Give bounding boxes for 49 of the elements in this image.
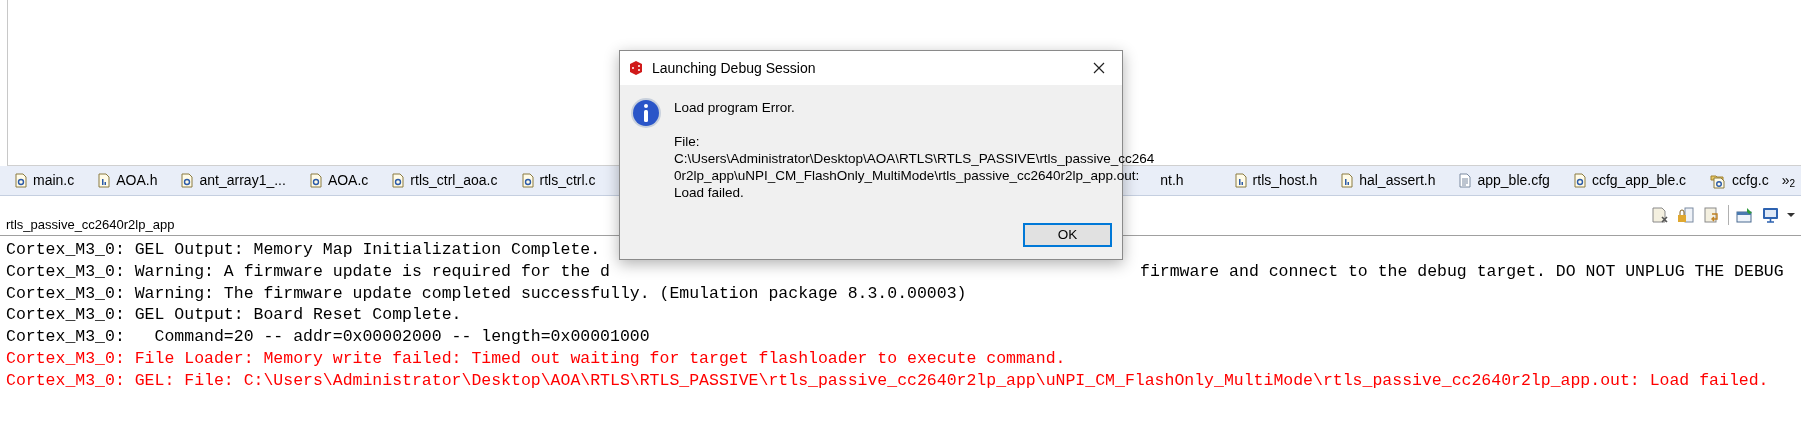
c-file-icon bbox=[309, 173, 322, 188]
editor-tab[interactable]: rtls_ctrl_aoa.c bbox=[381, 166, 511, 195]
editor-tab[interactable]: ccfg_app_ble.c bbox=[1562, 166, 1700, 195]
clear-console-icon[interactable] bbox=[1650, 206, 1670, 224]
monitor-icon[interactable] bbox=[1761, 206, 1781, 224]
console-line: Cortex_M3_0: Warning: The firmware update completed successfully. (Emulation package 8.3.0.00003) bbox=[6, 282, 967, 305]
console-line: Cortex_M3_0: GEL: File: C:\Users\Administrator\Desktop\AOA\RTLS\RTLS_PASSIVE\rtls_passive_cc2640r2lp_app\uNPI_CM_FlashOnly_MultiMode\rtls_passive_cc2640r2lp_app.out: Load failed. bbox=[6, 369, 1769, 392]
text-file-icon bbox=[1459, 173, 1472, 188]
editor-tab[interactable]: rtls_ctrl.c bbox=[510, 166, 609, 195]
tab-count: 2 bbox=[1789, 178, 1795, 189]
cube-app-icon bbox=[628, 60, 644, 76]
editor-tab[interactable]: nt.h bbox=[1160, 166, 1224, 195]
c-file-icon bbox=[521, 173, 534, 188]
editor-tab[interactable]: ant_array1_... bbox=[170, 166, 299, 195]
chevrons-icon: » bbox=[1781, 172, 1790, 187]
console-title: rtls_passive_cc2640r2lp_app bbox=[6, 215, 175, 234]
dialog-title: Launching Debug Session bbox=[652, 58, 816, 78]
linked-c-file-icon bbox=[1710, 172, 1727, 189]
editor-tab[interactable]: ccfg.c bbox=[1699, 166, 1782, 195]
editor-tab[interactable]: hal_assert.h bbox=[1330, 166, 1449, 195]
h-file-icon bbox=[98, 173, 111, 188]
error-message-line: C:\Users\Administrator\Desktop\AOA\RTLS\RTLS_PASSIVE\rtls_passive_cc264 bbox=[674, 150, 1155, 167]
editor-tab[interactable]: rtls_host.h bbox=[1223, 166, 1331, 195]
h-file-icon bbox=[1341, 173, 1354, 188]
console-line: Cortex_M3_0: Warning: A firmware update is required for the d bbox=[6, 260, 610, 283]
caret-icon[interactable] bbox=[1787, 212, 1795, 218]
console-line: firmware and connect to the debug target. DO NOT UNPLUG THE DEBUG bbox=[1140, 260, 1784, 283]
c-file-icon bbox=[181, 173, 194, 188]
ok-button[interactable]: OK bbox=[1023, 223, 1112, 247]
editor-tab[interactable]: AOA.h bbox=[87, 166, 171, 195]
c-file-icon bbox=[15, 173, 27, 188]
console-line: Cortex_M3_0: Command=20 -- addr=0x00002000 -- length=0x00001000 bbox=[6, 326, 650, 348]
console-line: Cortex_M3_0: GEL Output: Memory Map Initialization Complete. bbox=[6, 239, 601, 261]
error-heading: Load program Error. bbox=[674, 99, 796, 116]
scroll-lock-icon[interactable] bbox=[1676, 206, 1696, 224]
editor-tab[interactable]: AOA.c bbox=[298, 166, 382, 195]
c-file-icon bbox=[1573, 173, 1586, 188]
error-message-line: File: bbox=[674, 133, 701, 150]
pin-console-icon[interactable] bbox=[1735, 206, 1755, 224]
console-line: Cortex_M3_0: GEL Output: Board Reset Complete. bbox=[6, 304, 462, 327]
error-message-line: 0r2lp_app\uNPI_CM_FlashOnly_MultiMode\rtls_passive_cc2640r2lp_app.out: bbox=[674, 167, 1141, 184]
editor-tab[interactable]: main.c bbox=[4, 166, 88, 195]
console-line: Cortex_M3_0: File Loader: Memory write failed: Timed out waiting for target flashloader to execute command. bbox=[6, 348, 1066, 370]
error-message-line: Load failed. bbox=[674, 184, 745, 201]
h-file-icon bbox=[1234, 173, 1247, 188]
info-icon bbox=[630, 97, 662, 129]
editor-tab[interactable]: app_ble.cfg bbox=[1448, 166, 1563, 195]
c-file-icon bbox=[392, 173, 405, 188]
close-icon bbox=[1093, 62, 1105, 74]
